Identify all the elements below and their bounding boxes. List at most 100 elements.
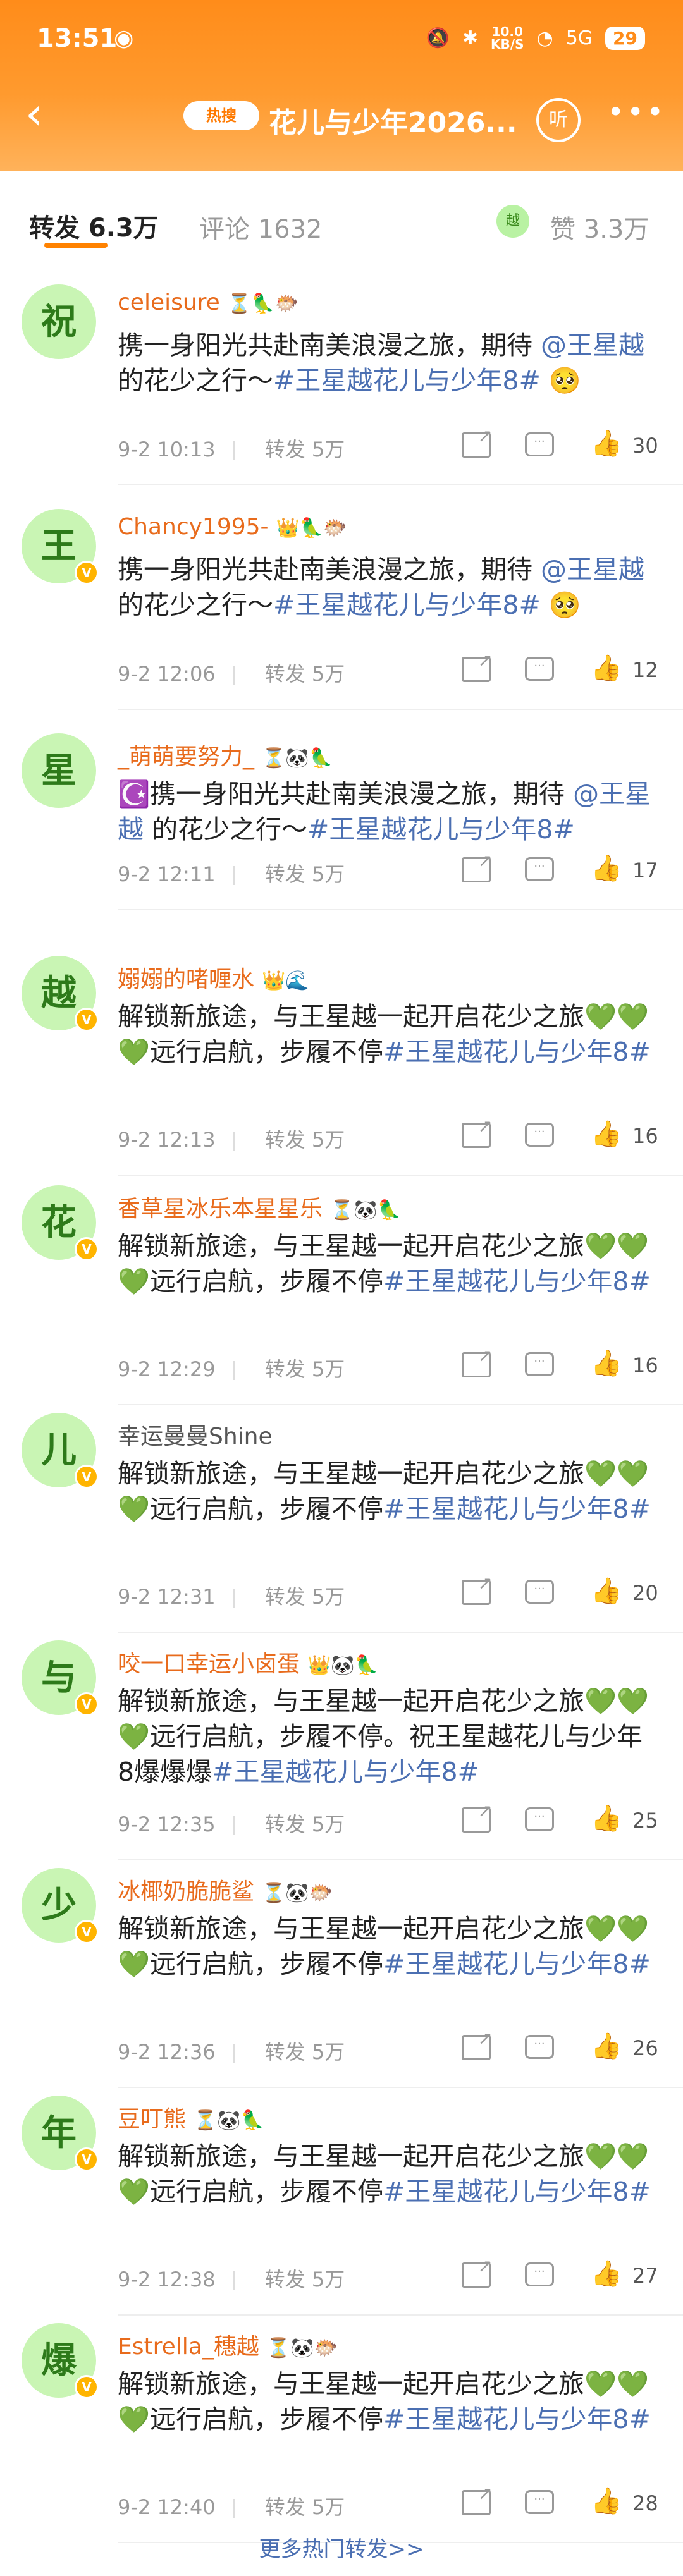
- thumb-up-icon[interactable]: 👍: [591, 853, 622, 883]
- meta-divider: [233, 2271, 235, 2290]
- repost-meta: 9-2 12:13 转发 5万: [118, 1124, 345, 1153]
- share-icon[interactable]: [462, 2256, 493, 2288]
- more-icon[interactable]: •••: [607, 95, 666, 129]
- share-icon[interactable]: [462, 2028, 493, 2060]
- username[interactable]: 嫋嫋的啫喱水 👑🌊: [118, 961, 309, 994]
- repost-count[interactable]: 转发 5万: [265, 1357, 345, 1381]
- repost-count[interactable]: 转发 5万: [265, 1585, 345, 1609]
- thumb-up-icon[interactable]: 👍: [591, 1348, 622, 1378]
- hashtag-link[interactable]: #王星越花儿与少年8#: [307, 814, 575, 845]
- tab-bar: 转发 6.3万 评论 1632 越 赞 3.3万: [0, 172, 683, 279]
- net-speed-unit: KB/S: [491, 37, 524, 52]
- thumb-up-icon[interactable]: 👍: [591, 2486, 622, 2516]
- more-reposts-link[interactable]: 更多热门转发>>: [0, 2532, 683, 2563]
- share-icon[interactable]: [462, 1116, 493, 1148]
- share-icon[interactable]: [462, 650, 493, 682]
- repost-count[interactable]: 转发 5万: [265, 862, 345, 886]
- hashtag-link[interactable]: #王星越花儿与少年8#: [212, 1757, 479, 1787]
- username[interactable]: 香草星冰乐本星星乐 ⏳🐼🦜: [118, 1190, 401, 1223]
- share-icon[interactable]: [462, 1800, 493, 1833]
- username[interactable]: 冰椰奶脆脆鲨 ⏳🐼🐡: [118, 1873, 333, 1906]
- mention-link[interactable]: @王星越: [541, 330, 644, 360]
- mention-link[interactable]: @王星越: [541, 554, 644, 585]
- avatar[interactable]: 祝: [22, 284, 96, 359]
- username-text[interactable]: 嫋嫋的啫喱水: [118, 967, 254, 992]
- username[interactable]: Chancy1995- 👑🦜🐡: [118, 514, 347, 540]
- repost-text-b: 的花少之行～: [118, 590, 273, 620]
- comment-icon[interactable]: ···: [525, 1123, 554, 1147]
- listen-button[interactable]: 听: [536, 98, 581, 142]
- tab-like[interactable]: 赞 3.3万: [550, 209, 649, 245]
- meta-divider: [233, 1589, 235, 1608]
- hot-search-badge[interactable]: 热搜: [183, 101, 259, 130]
- repost-count[interactable]: 转发 5万: [265, 2040, 345, 2064]
- thumb-up-icon[interactable]: 👍: [591, 429, 622, 458]
- username-text[interactable]: Estrella_穗越: [118, 2334, 259, 2360]
- thumb-up-icon[interactable]: 👍: [591, 1804, 622, 1833]
- repost-count[interactable]: 转发 5万: [265, 662, 345, 686]
- comment-icon[interactable]: ···: [525, 857, 554, 881]
- username-text[interactable]: _萌萌要努力_: [118, 744, 254, 770]
- repost-count[interactable]: 转发 5万: [265, 2268, 345, 2292]
- hashtag-link[interactable]: #王星越花儿与少年8#: [273, 590, 541, 620]
- thumb-up-icon[interactable]: 👍: [591, 2259, 622, 2288]
- bluetooth-icon: ✱: [462, 27, 479, 49]
- username[interactable]: 豆叮熊 ⏳🐼🦜: [118, 2101, 264, 2133]
- back-icon[interactable]: ‹: [25, 89, 43, 139]
- hashtag-link[interactable]: #王星越花儿与少年8#: [383, 1266, 651, 1297]
- username-text[interactable]: 冰椰奶脆脆鲨: [118, 1879, 254, 1905]
- share-icon[interactable]: [462, 2483, 493, 2515]
- post-time: 9-2 12:36: [118, 2040, 216, 2064]
- repost-count[interactable]: 转发 5万: [265, 1812, 345, 1836]
- thumb-up-icon[interactable]: 👍: [591, 2031, 622, 2061]
- share-icon[interactable]: [462, 1345, 493, 1377]
- username-text[interactable]: 幸运曼曼Shine: [118, 1424, 273, 1450]
- username[interactable]: Estrella_穗越 ⏳🐼🐡: [118, 2328, 338, 2361]
- username-text[interactable]: 豆叮熊: [118, 2106, 186, 2132]
- like-count: 26: [632, 2036, 658, 2060]
- share-icon[interactable]: [462, 1573, 493, 1605]
- comment-icon[interactable]: ···: [525, 2490, 554, 2514]
- status-time: 13:51: [37, 24, 118, 53]
- hashtag-link[interactable]: #王星越花儿与少年8#: [383, 1494, 651, 1524]
- hashtag-link[interactable]: #王星越花儿与少年8#: [383, 1949, 651, 1979]
- item-divider: [118, 909, 683, 910]
- thumb-up-icon[interactable]: 👍: [591, 653, 622, 683]
- wifi-icon: ◔: [536, 27, 553, 49]
- share-icon[interactable]: [462, 850, 493, 882]
- post-time: 9-2 12:35: [118, 1812, 216, 1836]
- comment-icon[interactable]: ···: [525, 1580, 554, 1604]
- comment-icon[interactable]: ···: [525, 432, 554, 456]
- user-badges: ⏳🐼🐡: [262, 1882, 333, 1904]
- repost-count[interactable]: 转发 5万: [265, 437, 345, 461]
- signal-label: 5G: [565, 27, 593, 49]
- verified-badge-icon: V: [75, 561, 99, 585]
- hashtag-link[interactable]: #王星越花儿与少年8#: [383, 2404, 651, 2434]
- username[interactable]: 幸运曼曼Shine: [118, 1418, 280, 1451]
- thumb-up-icon[interactable]: 👍: [591, 1119, 622, 1149]
- username[interactable]: 咬一口幸运小卤蛋 👑🐼🦜: [118, 1645, 378, 1678]
- comment-icon[interactable]: ···: [525, 2035, 554, 2059]
- hashtag-link[interactable]: #王星越花儿与少年8#: [273, 365, 541, 396]
- comment-icon[interactable]: ···: [525, 1807, 554, 1831]
- username-text[interactable]: 香草星冰乐本星星乐: [118, 1196, 323, 1222]
- comment-icon[interactable]: ···: [525, 657, 554, 681]
- tab-repost[interactable]: 转发 6.3万: [29, 207, 159, 244]
- repost-count[interactable]: 转发 5万: [265, 1128, 345, 1152]
- thumb-up-icon[interactable]: 👍: [591, 1576, 622, 1606]
- username-text[interactable]: celeisure: [118, 290, 220, 315]
- avatar[interactable]: 星: [22, 733, 96, 808]
- share-icon[interactable]: [462, 425, 493, 458]
- verified-badge-icon: V: [75, 1008, 99, 1032]
- comment-icon[interactable]: ···: [525, 2262, 554, 2286]
- username-text[interactable]: Chancy1995-: [118, 514, 269, 540]
- tab-comment[interactable]: 评论 1632: [199, 209, 323, 245]
- hashtag-link[interactable]: #王星越花儿与少年8#: [383, 1037, 651, 1067]
- username[interactable]: _萌萌要努力_ ⏳🐼🦜: [118, 738, 333, 771]
- username[interactable]: celeisure ⏳🦜🐡: [118, 290, 298, 315]
- hashtag-link[interactable]: #王星越花儿与少年8#: [383, 2176, 651, 2207]
- username-text[interactable]: 咬一口幸运小卤蛋: [118, 1651, 300, 1677]
- repost-meta: 9-2 10:13 转发 5万: [118, 434, 345, 463]
- comment-icon[interactable]: ···: [525, 1352, 554, 1376]
- repost-count[interactable]: 转发 5万: [265, 2495, 345, 2519]
